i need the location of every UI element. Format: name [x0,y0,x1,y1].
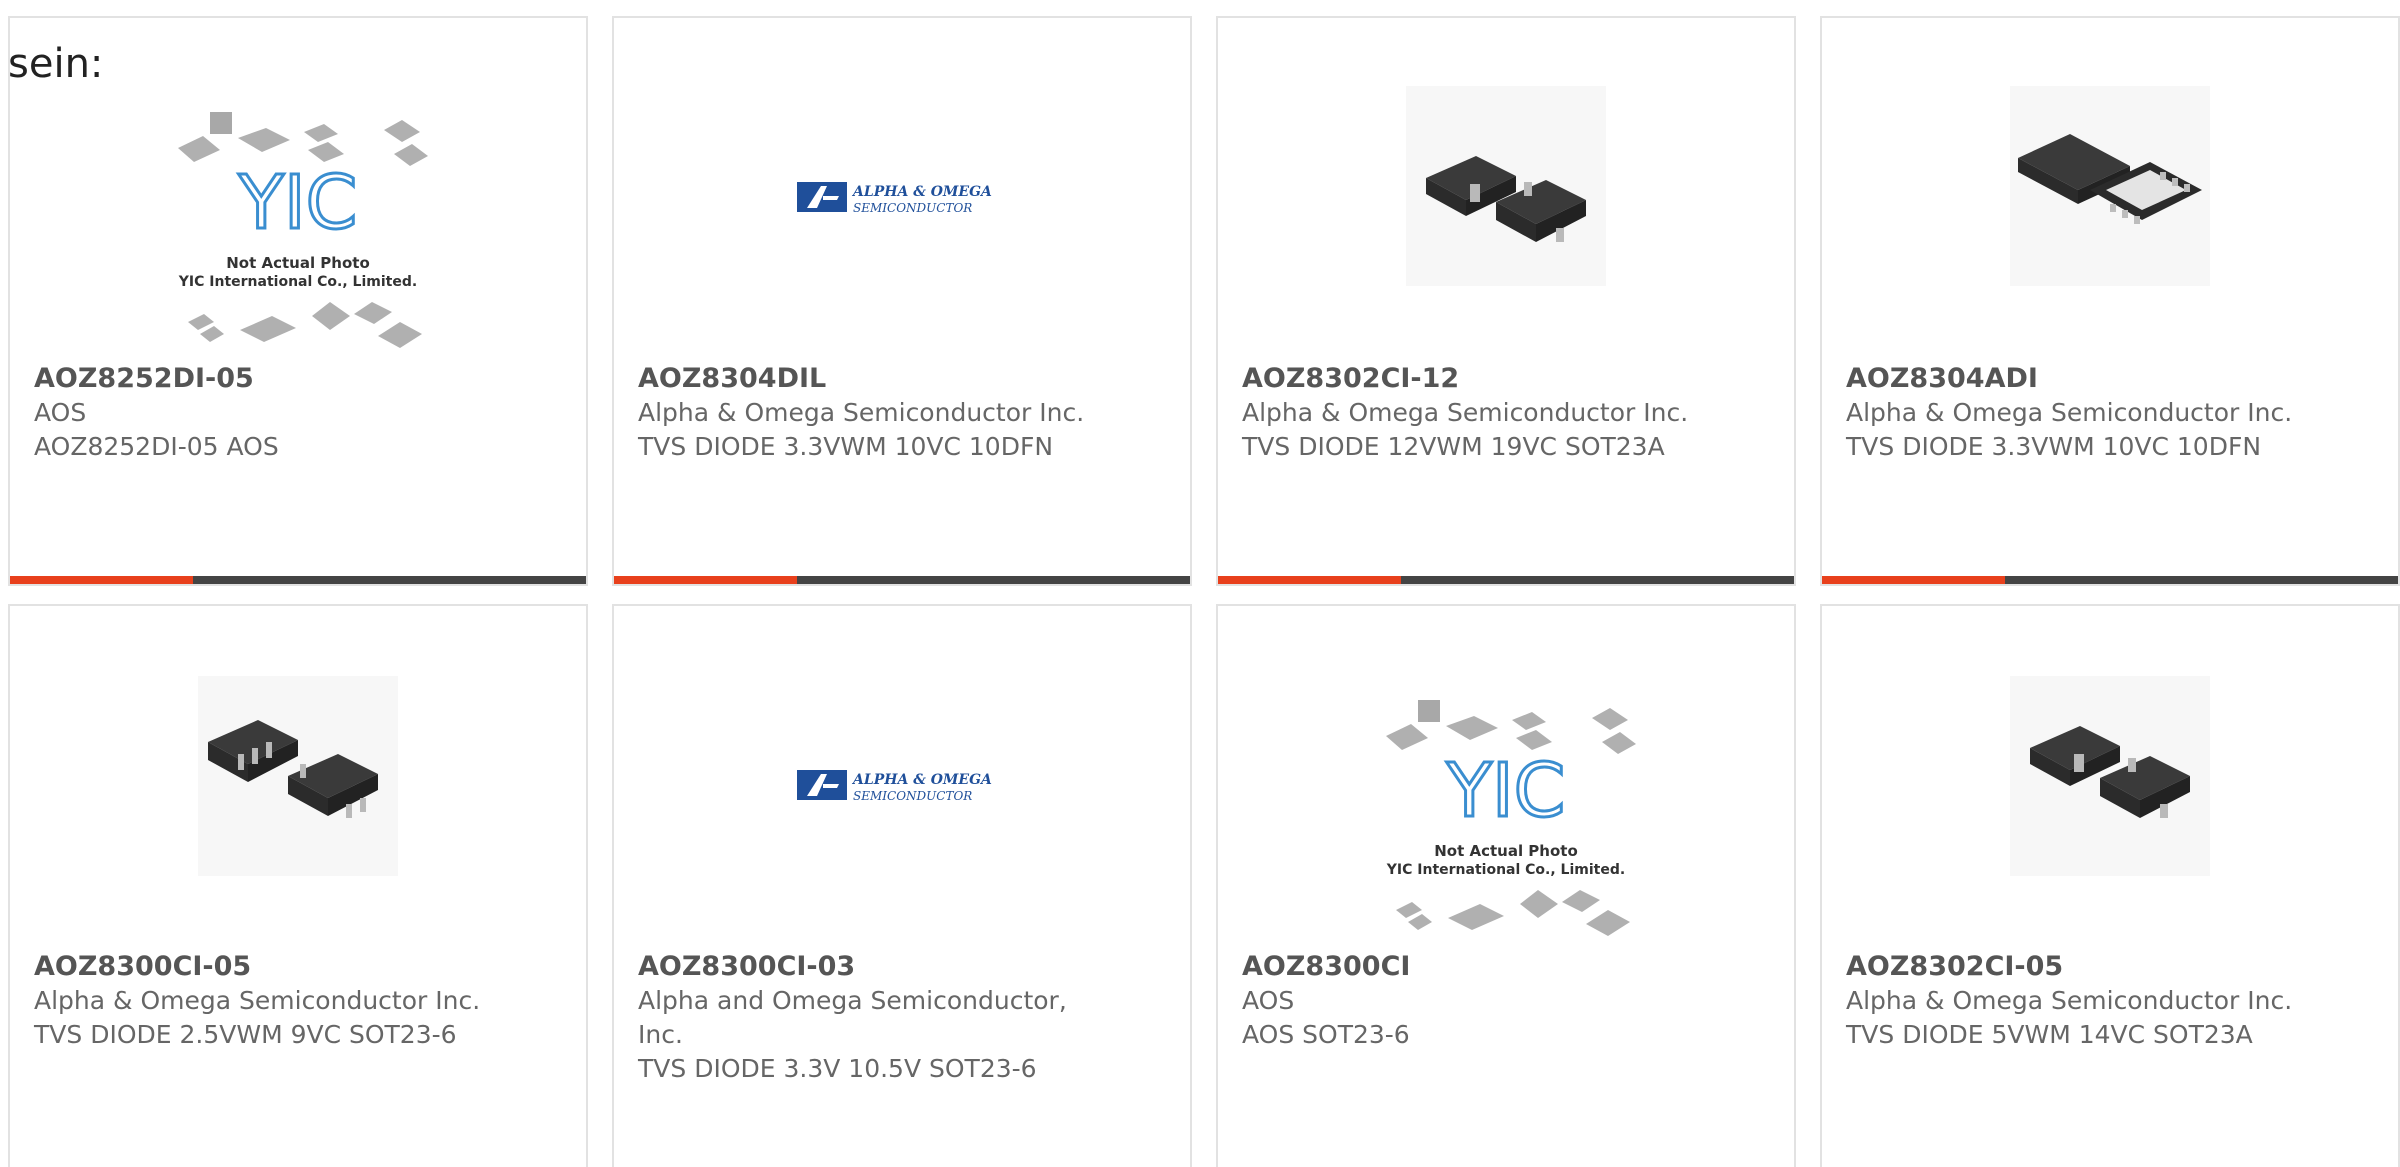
intro-text: sein: [8,41,104,87]
product-info: AOZ8304ADI Alpha & Omega Semiconductor I… [1846,362,2306,464]
part-number-link[interactable]: AOZ8252DI-05 [34,362,494,396]
product-description: TVS DIODE 3.3V 10.5V SOT23-6 [638,1054,1037,1083]
manufacturer-name: Alpha and Omega Semiconductor, Inc. [638,986,1067,1049]
not-actual-photo-image: YIC Not Actual Photo YIC International C… [178,112,428,348]
product-image: YIC Not Actual Photo YIC International C… [158,108,438,358]
product-image: YIC Not Actual Photo YIC International C… [1366,696,1646,946]
product-image [1406,86,1606,286]
part-number-link[interactable]: AOZ8300CI [1242,950,1702,984]
product-info: AOZ8300CI-05 Alpha & Omega Semiconductor… [34,950,494,1052]
product-image [2010,676,2210,876]
product-card[interactable]: AOZ8300CI-05 Alpha & Omega Semiconductor… [8,604,588,1167]
dfn-package-image [2010,86,2210,286]
product-info: AOZ8300CI AOS AOS SOT23-6 [1242,950,1702,1052]
yic-logo: YIC [1446,748,1566,834]
product-image: ALPHA & OMEGA SEMICONDUCTOR [797,746,1007,826]
product-description: AOZ8252DI-05 AOS [34,432,279,461]
card-footer-bar [1822,576,2398,584]
product-description: TVS DIODE 3.3VWM 10VC 10DFN [638,432,1054,461]
product-card[interactable]: AOZ8302CI-12 Alpha & Omega Semiconductor… [1216,16,1796,586]
alpha-omega-logo: ALPHA & OMEGA SEMICONDUCTOR [797,770,992,803]
logo-line2: SEMICONDUCTOR [853,201,972,215]
product-card[interactable]: AOZ8302CI-05 Alpha & Omega Semiconductor… [1820,604,2400,1167]
product-description: TVS DIODE 2.5VWM 9VC SOT23-6 [34,1020,457,1049]
card-footer-bar [1218,576,1794,584]
manufacturer-name: Alpha & Omega Semiconductor Inc. [1846,986,2293,1015]
product-description: AOS SOT23-6 [1242,1020,1410,1049]
manufacturer-name: AOS [34,398,87,427]
product-description: TVS DIODE 12VWM 19VC SOT23A [1242,432,1665,461]
product-card[interactable]: ALPHA & OMEGA SEMICONDUCTOR AOZ8300CI-03… [612,604,1192,1167]
part-number-link[interactable]: AOZ8304DIL [638,362,1098,396]
card-footer-accent [614,576,797,584]
image-caption-1: Not Actual Photo [1434,842,1578,860]
product-info: AOZ8300CI-03 Alpha and Omega Semiconduct… [638,950,1098,1086]
part-number-link[interactable]: AOZ8300CI-05 [34,950,494,984]
image-caption-1: Not Actual Photo [226,254,370,272]
product-grid: YIC Not Actual Photo YIC International C… [0,0,2400,1167]
product-image [2010,86,2210,286]
product-info: AOZ8302CI-12 Alpha & Omega Semiconductor… [1242,362,1702,464]
part-number-link[interactable]: AOZ8300CI-03 [638,950,1098,984]
product-card[interactable]: YIC Not Actual Photo YIC International C… [8,16,588,586]
manufacturer-name: Alpha & Omega Semiconductor Inc. [1242,398,1689,427]
card-footer-accent [10,576,193,584]
card-footer-accent [1822,576,2005,584]
manufacturer-name: Alpha & Omega Semiconductor Inc. [1846,398,2293,427]
product-info: AOZ8252DI-05 AOS AOZ8252DI-05 AOS [34,362,494,464]
product-description: TVS DIODE 5VWM 14VC SOT23A [1846,1020,2253,1049]
logo-line1: ALPHA & OMEGA [851,184,992,200]
product-card[interactable]: ALPHA & OMEGA SEMICONDUCTOR AOZ8304DIL A… [612,16,1192,586]
manufacturer-name: AOS [1242,986,1295,1015]
sot23-package-image [2010,676,2210,876]
product-description: TVS DIODE 3.3VWM 10VC 10DFN [1846,432,2262,461]
card-footer-accent [1218,576,1401,584]
image-caption-2: YIC International Co., Limited. [1386,862,1625,878]
product-card[interactable]: AOZ8304ADI Alpha & Omega Semiconductor I… [1820,16,2400,586]
yic-logo: YIC [238,160,358,246]
card-footer-bar [614,576,1190,584]
image-caption-2: YIC International Co., Limited. [178,274,417,290]
sot23-6-package-image [198,676,398,876]
part-number-link[interactable]: AOZ8302CI-05 [1846,950,2306,984]
product-image: ALPHA & OMEGA SEMICONDUCTOR [797,158,1007,238]
manufacturer-name: Alpha & Omega Semiconductor Inc. [34,986,481,1015]
sot23-package-image [1406,86,1606,286]
part-number-link[interactable]: AOZ8302CI-12 [1242,362,1702,396]
product-info: AOZ8304DIL Alpha & Omega Semiconductor I… [638,362,1098,464]
alpha-omega-logo: ALPHA & OMEGA SEMICONDUCTOR [797,182,992,215]
product-card[interactable]: YIC Not Actual Photo YIC International C… [1216,604,1796,1167]
manufacturer-name: Alpha & Omega Semiconductor Inc. [638,398,1085,427]
part-number-link[interactable]: AOZ8304ADI [1846,362,2306,396]
product-info: AOZ8302CI-05 Alpha & Omega Semiconductor… [1846,950,2306,1052]
logo-line2: SEMICONDUCTOR [853,789,972,803]
card-footer-bar [10,576,586,584]
not-actual-photo-image: YIC Not Actual Photo YIC International C… [1386,700,1636,936]
logo-line1: ALPHA & OMEGA [851,772,992,788]
product-image [198,676,398,876]
